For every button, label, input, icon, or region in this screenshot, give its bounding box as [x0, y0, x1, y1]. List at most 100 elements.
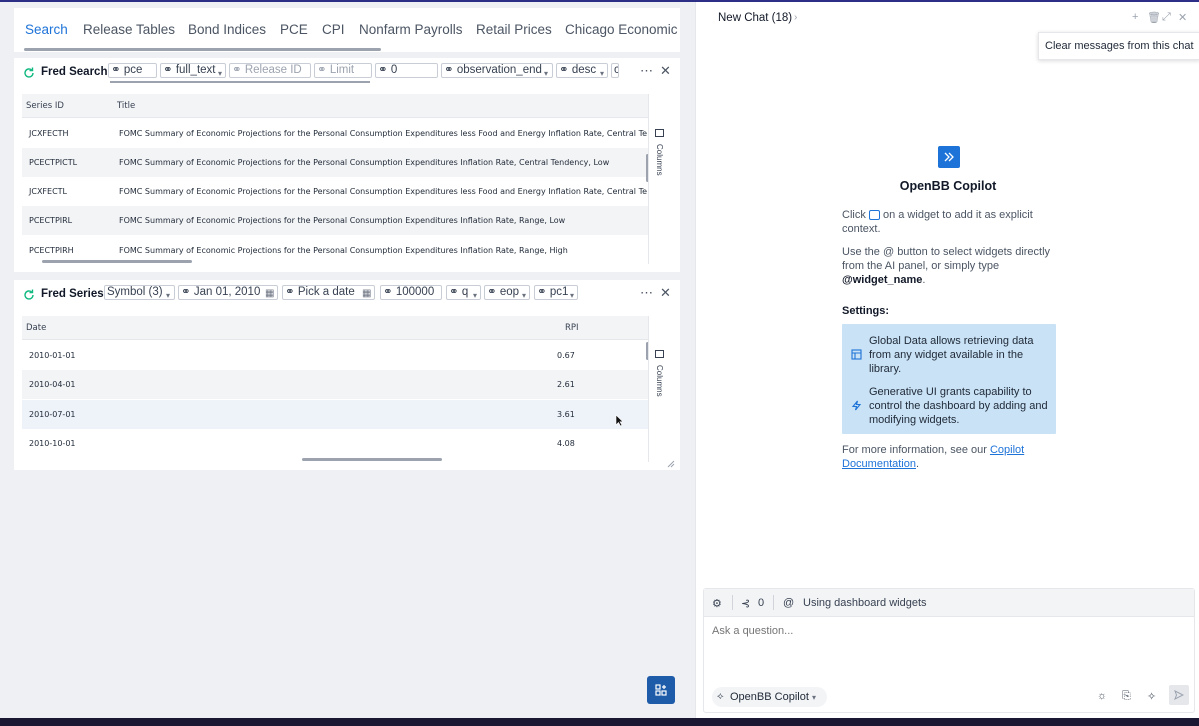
column-header[interactable]: Date — [26, 323, 46, 333]
frequency-select[interactable]: ⚭ q ▾ — [446, 285, 481, 300]
resize-handle-icon[interactable] — [667, 460, 675, 468]
lightning-icon — [851, 400, 862, 411]
table-row[interactable]: PCECTPIRL FOMC Summary of Economic Proje… — [22, 206, 656, 235]
more-options-icon[interactable]: ⋯ — [640, 285, 653, 301]
global-data-setting: Global Data allows retrieving data from … — [869, 335, 1034, 375]
tab-release-tables[interactable]: Release Tables — [83, 22, 175, 37]
value-cell: 3.61 — [557, 410, 575, 419]
widget-context-icon[interactable]: ⊰ — [741, 597, 750, 610]
table-row[interactable]: 2010-01-01 0.67 — [22, 341, 656, 370]
tab-cpi[interactable]: CPI — [322, 22, 345, 37]
column-header[interactable]: Series ID — [26, 101, 64, 111]
columns-sidebar[interactable]: Columns — [648, 94, 673, 264]
add-widget-button[interactable] — [647, 676, 675, 704]
query-param[interactable]: ⚭ pce — [108, 63, 157, 78]
limit-input[interactable]: ⚭ Limit — [314, 63, 372, 78]
paperclip-icon[interactable]: ⎘ — [1122, 690, 1131, 703]
chevron-down-icon: ▾ — [522, 291, 527, 300]
dashboard-tabs: Search Release Tables Bond Indices PCE C… — [14, 8, 680, 52]
generative-ui-setting: Generative UI grants capability to contr… — [869, 386, 1048, 426]
model-selector[interactable]: ⟡ OpenBB Copilot ▾ — [712, 687, 827, 707]
close-icon[interactable]: ✕ — [1178, 11, 1187, 24]
date-cell: 2010-04-01 — [29, 380, 76, 389]
chevron-down-icon: ▾ — [600, 69, 605, 78]
offset-input[interactable]: ⚭ 0 — [375, 63, 438, 78]
expand-icon[interactable]: ⤢ — [1162, 11, 1171, 24]
at-mention-icon[interactable]: @ — [783, 597, 794, 609]
chevron-down-icon: ▾ — [473, 291, 478, 300]
sparkle-icon[interactable]: ✧ — [1147, 690, 1156, 703]
tab-search[interactable]: Search — [25, 22, 68, 37]
question-input[interactable] — [712, 625, 1182, 637]
copilot-title: OpenBB Copilot — [899, 179, 997, 193]
tabs-scrollbar[interactable] — [24, 48, 381, 51]
table-row[interactable]: 2010-10-01 4.08 — [22, 429, 656, 458]
transform-select[interactable]: ⚭ pc1 ▾ — [534, 285, 578, 300]
widgets-icon — [655, 684, 667, 696]
start-date-picker[interactable]: ⚭ Jan 01, 2010 ▦ — [178, 285, 278, 300]
search-type-select[interactable]: ⚭ full_text ▾ — [160, 63, 226, 78]
chevron-down-icon: ▾ — [811, 693, 816, 702]
table-header: Series ID Title — [22, 94, 656, 118]
chat-composer: ⚙ ⊰ 0 @ Using dashboard widgets ⟡ OpenBB… — [703, 588, 1195, 713]
openbb-logo — [938, 146, 960, 168]
release-id-input[interactable]: ⚭ Release ID — [229, 63, 311, 78]
params-scrollbar[interactable] — [110, 81, 370, 83]
sort-order-select[interactable]: ⚭ desc ▾ — [556, 63, 608, 78]
series-id: JCXFECTL — [29, 187, 68, 196]
table-row[interactable]: PCECTPICTL FOMC Summary of Economic Proj… — [22, 148, 656, 177]
more-options-icon[interactable]: ⋯ — [640, 63, 653, 79]
send-button[interactable] — [1169, 685, 1189, 705]
horizontal-scrollbar[interactable] — [42, 260, 192, 263]
new-chat-icon[interactable]: + — [1132, 11, 1138, 23]
value-cell: 0.67 — [557, 351, 575, 360]
symbol-select[interactable]: Symbol (3) ▾ — [104, 285, 175, 300]
column-header[interactable]: RPI — [565, 323, 579, 333]
columns-icon — [655, 129, 664, 137]
refresh-icon[interactable] — [22, 288, 36, 302]
close-icon[interactable]: ✕ — [660, 285, 671, 301]
date-cell: 2010-01-01 — [29, 351, 76, 360]
dashboard-panel: Search Release Tables Bond Indices PCE C… — [0, 2, 694, 718]
close-icon[interactable]: ✕ — [660, 63, 671, 79]
series-id: PCECTPICTL — [29, 158, 78, 167]
table-row[interactable]: JCXFECTL FOMC Summary of Economic Projec… — [22, 177, 656, 206]
columns-label: Columns — [655, 144, 664, 176]
refresh-icon[interactable] — [22, 66, 36, 80]
column-header[interactable]: Title — [117, 101, 135, 111]
table-row[interactable]: 2010-04-01 2.61 — [22, 370, 656, 399]
tab-pce[interactable]: PCE — [280, 22, 308, 37]
context-label: Using dashboard widgets — [803, 597, 927, 609]
order-by-select[interactable]: ⚭ observation_end ▾ — [441, 63, 553, 78]
tab-nonfarm-payrolls[interactable]: Nonfarm Payrolls — [359, 22, 463, 37]
more-params[interactable]: c — [611, 63, 619, 78]
chevron-down-icon: ▾ — [544, 69, 549, 78]
chevron-down-icon: ▾ — [166, 291, 171, 300]
tab-retail-prices[interactable]: Retail Prices — [476, 22, 552, 37]
limit-input[interactable]: ⚭ 100000 — [380, 285, 442, 300]
series-title: FOMC Summary of Economic Projections for… — [119, 129, 648, 138]
tab-bond-indices[interactable]: Bond Indices — [188, 22, 266, 37]
settings-box: Global Data allows retrieving data from … — [842, 324, 1056, 434]
columns-icon — [655, 350, 664, 358]
lightbulb-icon[interactable]: ☼ — [1097, 690, 1107, 702]
table-row[interactable]: JCXFECTH FOMC Summary of Economic Projec… — [22, 119, 656, 148]
trash-icon[interactable]: 🗑 — [1147, 11, 1161, 24]
end-date-picker[interactable]: ⚭ Pick a date ▦ — [282, 285, 375, 300]
columns-sidebar[interactable]: Columns — [648, 316, 673, 462]
tooltip: Clear messages from this chat — [1038, 32, 1199, 60]
table-row[interactable]: 2010-07-01 3.61 — [22, 400, 656, 429]
fred-search-widget: Fred Search ⚭ pce ⚭ full_text ▾ ⚭ Release… — [14, 58, 680, 272]
series-title: FOMC Summary of Economic Projections for… — [119, 158, 610, 167]
horizontal-scrollbar[interactable] — [302, 458, 442, 461]
aggregation-select[interactable]: ⚭ eop ▾ — [484, 285, 530, 300]
date-cell: 2010-07-01 — [29, 410, 76, 419]
chevron-down-icon: ▾ — [570, 291, 575, 300]
settings-label: Settings: — [842, 305, 890, 317]
chevron-right-icon[interactable]: › — [794, 12, 797, 23]
gear-icon[interactable]: ⚙ — [712, 597, 722, 610]
widget-title: Fred Series — [41, 288, 104, 300]
tab-chicago-economic[interactable]: Chicago Economic C — [565, 22, 680, 37]
widget-title: Fred Search — [41, 66, 108, 78]
chat-title[interactable]: New Chat (18) — [718, 12, 792, 24]
